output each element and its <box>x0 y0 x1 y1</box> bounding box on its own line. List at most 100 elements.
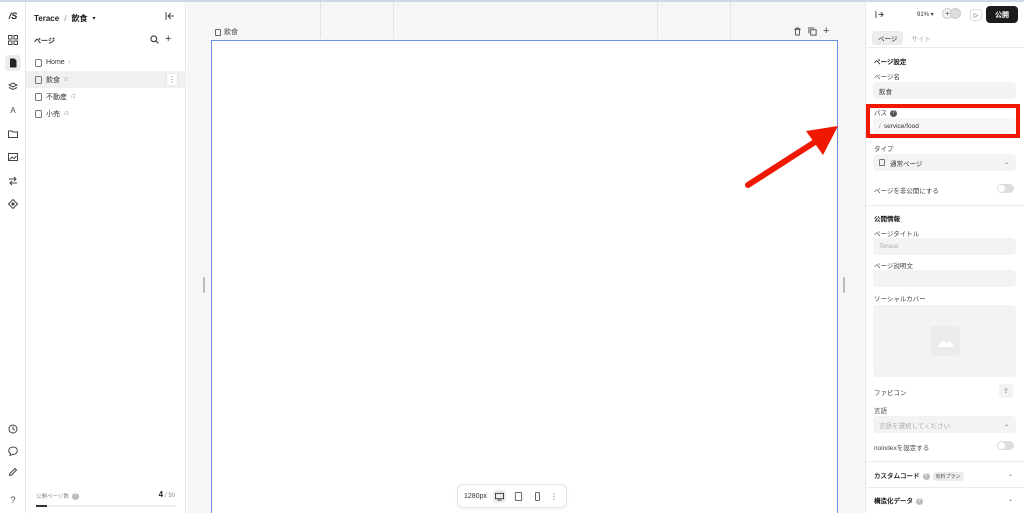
grid-icon[interactable] <box>5 32 21 48</box>
icon-rail: /S A ? <box>0 2 26 513</box>
image-placeholder-icon <box>930 326 960 356</box>
app-logo[interactable]: /S <box>5 8 21 24</box>
type-select[interactable]: 通常ページ ⌄ <box>873 154 1016 171</box>
trash-icon[interactable] <box>793 27 802 36</box>
divider <box>866 487 1024 488</box>
page-item-path: / <box>68 59 71 66</box>
public-info-title: 公開情報 <box>874 216 900 223</box>
page-name-input[interactable]: 飲食 <box>873 82 1016 99</box>
page-item-retail[interactable]: 小売 /3 <box>26 105 186 122</box>
comment-icon[interactable] <box>5 443 21 459</box>
text-icon[interactable]: A <box>5 102 21 118</box>
page-frame[interactable] <box>211 40 838 513</box>
add-section-button[interactable]: + <box>823 25 829 37</box>
document-icon <box>879 159 885 166</box>
page-item-path: /3 <box>64 110 69 117</box>
breadcrumb: Terace / 飲食 ▾ <box>34 13 95 24</box>
language-label: 言語 <box>874 408 887 415</box>
folder-icon[interactable] <box>5 126 21 142</box>
resize-handle-right[interactable] <box>843 277 845 293</box>
social-cover-upload[interactable] <box>873 305 1016 377</box>
project-name[interactable]: Terace <box>34 14 59 23</box>
viewport-toolbar: 1280px ⋮ <box>457 484 567 508</box>
help-icon[interactable]: ? <box>5 492 21 508</box>
structured-data-label: 構造化データ <box>874 498 913 505</box>
help-icon[interactable]: ? <box>922 472 930 480</box>
help-icon[interactable]: ? <box>916 497 923 505</box>
add-page-button[interactable]: + <box>165 33 171 45</box>
divider <box>866 461 1024 462</box>
publish-button[interactable]: 公開 <box>986 6 1018 23</box>
collapse-panel-icon[interactable] <box>165 11 175 21</box>
history-icon[interactable] <box>5 421 21 437</box>
page-item-name: 飲食 <box>46 76 60 84</box>
avatar[interactable] <box>950 8 961 19</box>
pages-panel: Terace / 飲食 ▾ ページ + Home / 飲食 /1 ⋮ 不動産 /… <box>26 2 186 513</box>
expand-panel-icon[interactable] <box>875 10 884 19</box>
document-icon <box>35 92 42 101</box>
grid-column-line <box>393 2 394 38</box>
settings-toolbar: 91% ▾ + ▷ 公開 <box>866 2 1024 26</box>
component-icon[interactable] <box>5 196 21 212</box>
page-item-real-estate[interactable]: 不動産 /2 <box>26 88 186 105</box>
current-page-name[interactable]: 飲食 <box>71 13 87 24</box>
help-icon[interactable]: ? <box>71 492 79 500</box>
grid-column-line <box>657 2 658 38</box>
chevron-down-icon[interactable]: ⌄ <box>1008 496 1013 503</box>
grid-column-line <box>730 2 731 38</box>
chevron-down-icon[interactable]: ⌄ <box>1008 471 1013 478</box>
settings-tabs: ページ サイト <box>872 31 937 45</box>
search-icon[interactable] <box>150 35 159 44</box>
page-item-food[interactable]: 飲食 /1 ⋮ <box>26 71 186 88</box>
page-title-input[interactable]: Terace <box>873 238 1016 255</box>
tab-site[interactable]: サイト <box>905 31 937 45</box>
noindex-toggle[interactable] <box>997 441 1014 450</box>
annotation-arrow <box>745 126 838 188</box>
hide-page-toggle[interactable] <box>997 184 1014 193</box>
upload-icon[interactable]: ⇪ <box>999 384 1013 398</box>
settings-panel: 91% ▾ + ▷ 公開 ページ サイト ページ設定 ページ名 飲食 パス? /… <box>865 2 1024 513</box>
document-icon <box>35 75 42 84</box>
published-pages-text: 公開ページ数 <box>36 494 69 500</box>
structured-data-row[interactable]: 構造化データ? <box>874 495 923 505</box>
resize-handle-left[interactable] <box>203 277 205 293</box>
preview-button[interactable]: ▷ <box>970 9 982 21</box>
tab-page[interactable]: ページ <box>872 31 904 45</box>
breadcrumb-separator: / <box>64 14 67 23</box>
tablet-view-icon[interactable] <box>512 490 525 503</box>
page-count-limit: / 50 <box>164 493 175 499</box>
noindex-label: noindexを設定する <box>874 445 930 452</box>
document-icon <box>215 28 221 36</box>
page-name-label: ページ名 <box>874 74 900 81</box>
desktop-view-icon[interactable] <box>492 489 506 503</box>
page-icon[interactable] <box>5 55 21 71</box>
custom-code-label: カスタムコード <box>874 473 920 480</box>
page-settings-title: ページ設定 <box>874 59 907 66</box>
canvas-area: 飲食 + 1280px ⋮ <box>187 2 865 513</box>
zoom-level[interactable]: 91% ▾ <box>917 11 934 18</box>
grid-column-line <box>320 2 321 38</box>
more-options-icon[interactable]: ⋮ <box>166 73 178 86</box>
pen-icon[interactable] <box>5 464 21 480</box>
image-icon[interactable] <box>5 149 21 165</box>
language-select[interactable]: 言語を選択してください ⌄ <box>873 416 1016 433</box>
mobile-view-icon[interactable] <box>531 490 544 503</box>
duplicate-icon[interactable] <box>808 26 817 36</box>
page-usage-fill <box>36 505 48 507</box>
custom-code-row[interactable]: カスタムコード? 有料プラン <box>874 470 964 481</box>
page-item-name: 小売 <box>46 110 60 118</box>
pages-heading: ページ <box>34 38 55 45</box>
page-item-path: /1 <box>64 76 69 83</box>
more-options-icon[interactable]: ⋮ <box>550 492 558 501</box>
zoom-value: 91% <box>917 12 930 18</box>
collaborators[interactable]: + <box>942 8 961 19</box>
page-title-label: ページタイトル <box>874 231 920 238</box>
swap-icon[interactable] <box>5 173 21 189</box>
layers-icon[interactable] <box>5 79 21 95</box>
page-description-input[interactable] <box>873 270 1016 287</box>
page-usage-bar <box>36 505 176 507</box>
favicon-label: ファビコン <box>874 390 907 397</box>
page-item-home[interactable]: Home / <box>26 54 186 71</box>
chevron-down-icon[interactable]: ▾ <box>92 15 95 22</box>
frame-label[interactable]: 飲食 <box>215 27 238 37</box>
